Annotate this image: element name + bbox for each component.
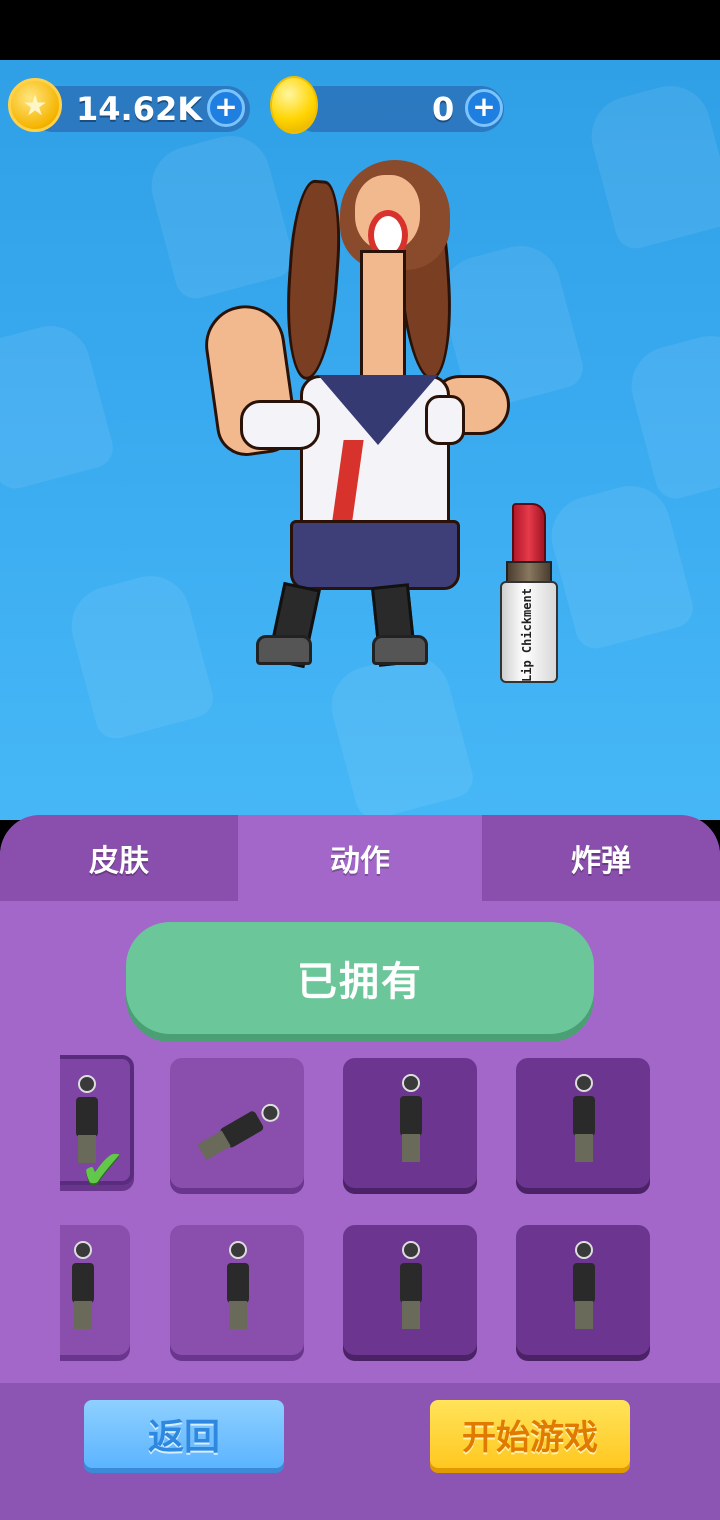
grid-edge-mask: [0, 1040, 60, 1380]
character-hair: [281, 178, 345, 382]
checkmark-icon: ✔: [80, 1138, 126, 1201]
emote-slot[interactable]: [516, 1058, 650, 1188]
gold-egg-icon: [270, 76, 318, 134]
character-collar: [318, 375, 438, 445]
emote-figure: [186, 1090, 287, 1172]
start-game-button[interactable]: 开始游戏: [430, 1400, 630, 1468]
figure-body: [573, 1263, 595, 1303]
figure-body: [76, 1097, 98, 1137]
figure-legs: [402, 1134, 420, 1162]
figure-head: [258, 1100, 283, 1126]
character-foot: [372, 635, 428, 665]
figure-body: [573, 1096, 595, 1136]
gem-value: 0: [432, 90, 455, 128]
lipstick-prop: Lip Chickment: [498, 503, 562, 685]
character-skirt: [290, 520, 460, 590]
figure-head: [229, 1241, 247, 1259]
figure-legs: [74, 1301, 92, 1329]
emote-figure: [217, 1241, 257, 1335]
emote-slot[interactable]: [170, 1225, 304, 1355]
figure-legs: [575, 1134, 593, 1162]
tab-bomb[interactable]: 炸弹: [482, 815, 720, 901]
figure-head: [402, 1241, 420, 1259]
figure-head: [575, 1074, 593, 1092]
character-model: [199, 160, 520, 680]
emote-slot[interactable]: [343, 1225, 477, 1355]
character-sleeve: [240, 400, 320, 450]
emote-slot[interactable]: [516, 1225, 650, 1355]
tab-action[interactable]: 动作: [238, 815, 482, 901]
status-bar: [0, 0, 720, 60]
bg-pattern: [0, 317, 118, 493]
star-coin-icon: ★: [8, 78, 62, 132]
emote-figure: [390, 1074, 430, 1168]
lipstick-band: [506, 561, 552, 583]
owned-button[interactable]: 已拥有: [126, 922, 594, 1034]
figure-head: [575, 1241, 593, 1259]
figure-body: [400, 1096, 422, 1136]
tab-skin[interactable]: 皮肤: [0, 815, 238, 901]
figure-legs: [229, 1301, 247, 1329]
figure-legs: [575, 1301, 593, 1329]
back-button[interactable]: 返回: [84, 1400, 284, 1468]
add-coins-button[interactable]: +: [207, 89, 245, 127]
lipstick-label: Lip Chickment: [520, 588, 534, 682]
emote-figure: [62, 1241, 102, 1335]
figure-body: [400, 1263, 422, 1303]
bg-pattern: [622, 327, 720, 503]
figure-head: [78, 1075, 96, 1093]
emote-figure: [563, 1241, 603, 1335]
bg-pattern: [582, 77, 720, 253]
coin-value: 14.62K: [76, 90, 203, 128]
bg-pattern: [62, 567, 218, 743]
figure-head: [74, 1241, 92, 1259]
emote-slot[interactable]: [170, 1058, 304, 1188]
emote-figure: [390, 1241, 430, 1335]
character-foot: [256, 635, 312, 665]
figure-body: [72, 1263, 94, 1303]
emote-figure: [563, 1074, 603, 1168]
bg-pattern: [542, 477, 698, 653]
figure-legs: [402, 1301, 420, 1329]
add-gems-button[interactable]: +: [465, 89, 503, 127]
figure-body: [227, 1263, 249, 1303]
emote-slot[interactable]: [343, 1058, 477, 1188]
lipstick-tip: [512, 503, 546, 563]
figure-head: [402, 1074, 420, 1092]
